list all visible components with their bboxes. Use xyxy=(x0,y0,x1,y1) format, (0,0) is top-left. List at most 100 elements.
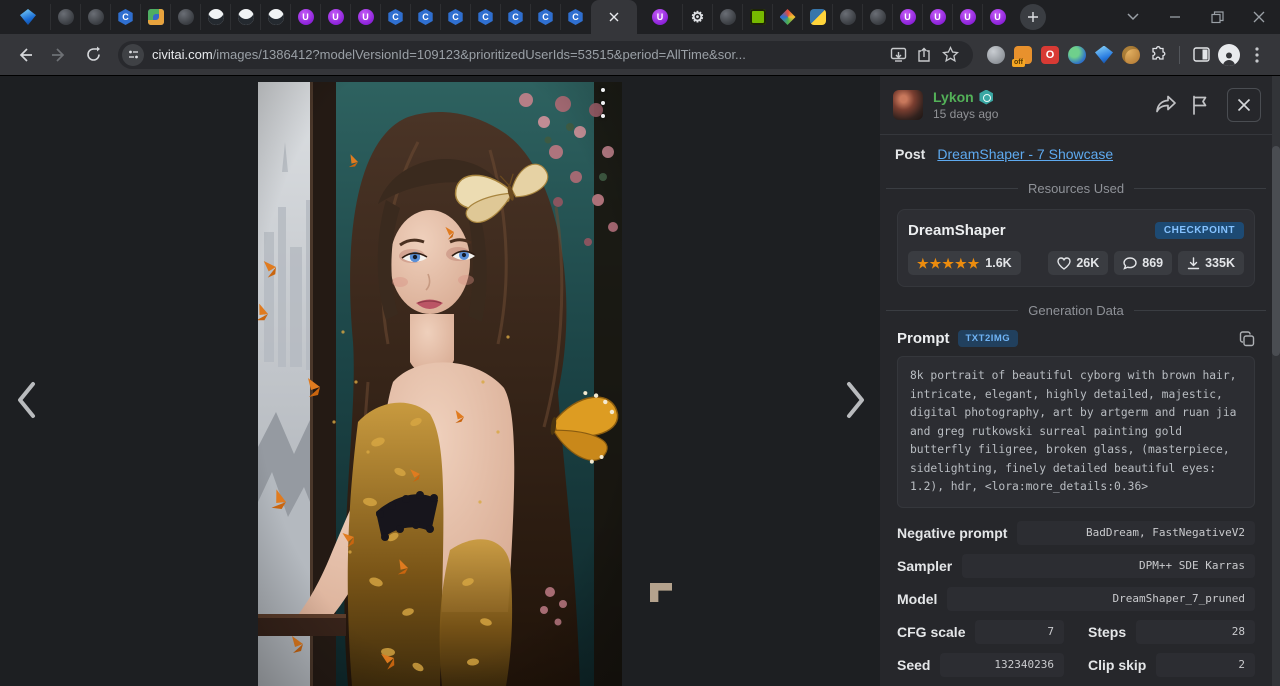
next-image-button[interactable] xyxy=(834,376,878,424)
sampler-value[interactable]: DPM++ SDE Karras xyxy=(962,554,1255,578)
copy-prompt-button[interactable] xyxy=(1239,331,1255,347)
onetab-extension-icon[interactable]: O xyxy=(1041,46,1059,64)
downloads-pill[interactable]: 335K xyxy=(1178,251,1244,275)
tab-civitai[interactable] xyxy=(110,4,140,30)
extensions-menu-button[interactable] xyxy=(1149,46,1167,64)
negative-prompt-value[interactable]: BadDream, FastNegativeV2 xyxy=(1017,521,1255,545)
report-post-button[interactable] xyxy=(1183,88,1217,122)
back-button[interactable] xyxy=(10,40,40,70)
tab-sketch[interactable] xyxy=(772,4,802,30)
adblocker-extension-icon[interactable]: off xyxy=(1014,46,1032,64)
tab-ultra[interactable] xyxy=(350,4,380,30)
previous-image-button[interactable] xyxy=(4,376,48,424)
resource-card[interactable]: DreamShaper CHECKPOINT ★★★★★ 1.6K 26K xyxy=(897,209,1255,287)
tab-ultra[interactable] xyxy=(290,4,320,30)
post-row: Post DreamShaper - 7 Showcase xyxy=(880,135,1272,173)
likes-pill[interactable]: 26K xyxy=(1048,251,1108,275)
clip-skip-value[interactable]: 2 xyxy=(1156,653,1255,677)
address-bar[interactable]: civitai.com/images/1386412?modelVersionI… xyxy=(118,41,973,69)
nvidia-favicon-icon xyxy=(750,9,766,25)
image-options-menu-button[interactable] xyxy=(595,88,611,118)
username[interactable]: Lykon xyxy=(933,89,974,105)
seed-value[interactable]: 132340236 xyxy=(940,653,1064,677)
tab-globe[interactable] xyxy=(80,4,110,30)
tab-civitai[interactable] xyxy=(530,4,560,30)
browser-profile-avatar[interactable] xyxy=(1218,44,1240,66)
tab-civitai[interactable] xyxy=(440,4,470,30)
sampler-row: Sampler DPM++ SDE Karras xyxy=(897,554,1255,578)
rating-pill[interactable]: ★★★★★ 1.6K xyxy=(908,251,1021,275)
tab-ultra[interactable] xyxy=(952,4,982,30)
cookie-extension-icon[interactable] xyxy=(1122,46,1140,64)
tab-ultra[interactable] xyxy=(982,4,1012,30)
tab-gear[interactable]: ⚙ xyxy=(682,4,712,30)
install-app-button[interactable] xyxy=(885,42,911,68)
artwork-image[interactable] xyxy=(258,82,622,686)
url-text[interactable]: civitai.com/images/1386412?modelVersionI… xyxy=(152,47,885,62)
tab-nvidia[interactable] xyxy=(742,4,772,30)
browser-menu-button[interactable] xyxy=(1244,42,1270,68)
forward-button[interactable] xyxy=(44,40,74,70)
tab-civitai[interactable] xyxy=(560,4,590,30)
resource-name[interactable]: DreamShaper xyxy=(908,222,1006,239)
window-restore-button[interactable] xyxy=(1196,0,1238,34)
window-minimize-button[interactable] xyxy=(1154,0,1196,34)
model-value[interactable]: DreamShaper_7_pruned xyxy=(947,587,1255,611)
tab-gem[interactable] xyxy=(6,4,50,30)
gem-extension-icon[interactable] xyxy=(1095,46,1113,64)
panel-scroll-thumb[interactable] xyxy=(1272,146,1280,356)
tab-favicons-before xyxy=(6,4,590,30)
prompt-text[interactable]: 8k portrait of beautiful cyborg with bro… xyxy=(897,356,1255,508)
tab-github[interactable] xyxy=(200,4,230,30)
prompt-label: Prompt xyxy=(897,330,950,347)
tab-search-button[interactable] xyxy=(1112,0,1154,34)
reload-button[interactable] xyxy=(78,40,108,70)
close-panel-button[interactable] xyxy=(1227,88,1261,122)
bookmark-button[interactable] xyxy=(937,42,963,68)
tab-store[interactable] xyxy=(140,4,170,30)
window-close-button[interactable] xyxy=(1238,0,1280,34)
steps-value[interactable]: 28 xyxy=(1136,620,1255,644)
clip-skip-label: Clip skip xyxy=(1088,657,1146,673)
active-tab[interactable] xyxy=(591,0,637,34)
tab-close-icon[interactable] xyxy=(609,12,619,22)
seed-label: Seed xyxy=(897,657,930,673)
tab-civitai[interactable] xyxy=(470,4,500,30)
civitai-favicon-icon xyxy=(508,9,524,25)
share-button[interactable] xyxy=(911,42,937,68)
panel-scrollbar[interactable] xyxy=(1272,76,1280,686)
tab-globe[interactable] xyxy=(50,4,80,30)
tab-ultra[interactable] xyxy=(892,4,922,30)
tab-globe[interactable] xyxy=(832,4,862,30)
tab-ultra[interactable] xyxy=(320,4,350,30)
tab-ultra[interactable] xyxy=(922,4,952,30)
download-icon xyxy=(1187,257,1200,270)
side-panel-button[interactable] xyxy=(1188,42,1214,68)
globe-extension-icon[interactable] xyxy=(987,46,1005,64)
tab-civitai[interactable] xyxy=(500,4,530,30)
cfg-scale-value[interactable]: 7 xyxy=(975,620,1064,644)
gem-favicon-icon xyxy=(20,9,36,25)
tab-civitai[interactable] xyxy=(380,4,410,30)
tab-globe[interactable] xyxy=(712,4,742,30)
site-info-button[interactable] xyxy=(122,44,144,66)
tab-civitai[interactable] xyxy=(410,4,440,30)
tab-globe[interactable] xyxy=(862,4,892,30)
flag-icon xyxy=(1191,95,1209,115)
share-post-button[interactable] xyxy=(1149,88,1183,122)
post-link[interactable]: DreamShaper - 7 Showcase xyxy=(937,146,1113,162)
tab-python[interactable] xyxy=(802,4,832,30)
side-panel-icon xyxy=(1193,47,1210,62)
tab-github[interactable] xyxy=(260,4,290,30)
earth-extension-icon[interactable] xyxy=(1068,46,1086,64)
user-avatar[interactable] xyxy=(893,90,923,120)
comments-pill[interactable]: 869 xyxy=(1114,251,1172,275)
tab-globe[interactable] xyxy=(170,4,200,30)
resource-type-badge: CHECKPOINT xyxy=(1155,222,1244,239)
chevron-left-icon xyxy=(14,380,38,420)
tab-ultra[interactable] xyxy=(638,4,682,30)
new-tab-button[interactable] xyxy=(1020,4,1046,30)
tab-github[interactable] xyxy=(230,4,260,30)
prompt-header-row: Prompt TXT2IMG xyxy=(897,330,1255,347)
comments-count: 869 xyxy=(1142,256,1163,270)
